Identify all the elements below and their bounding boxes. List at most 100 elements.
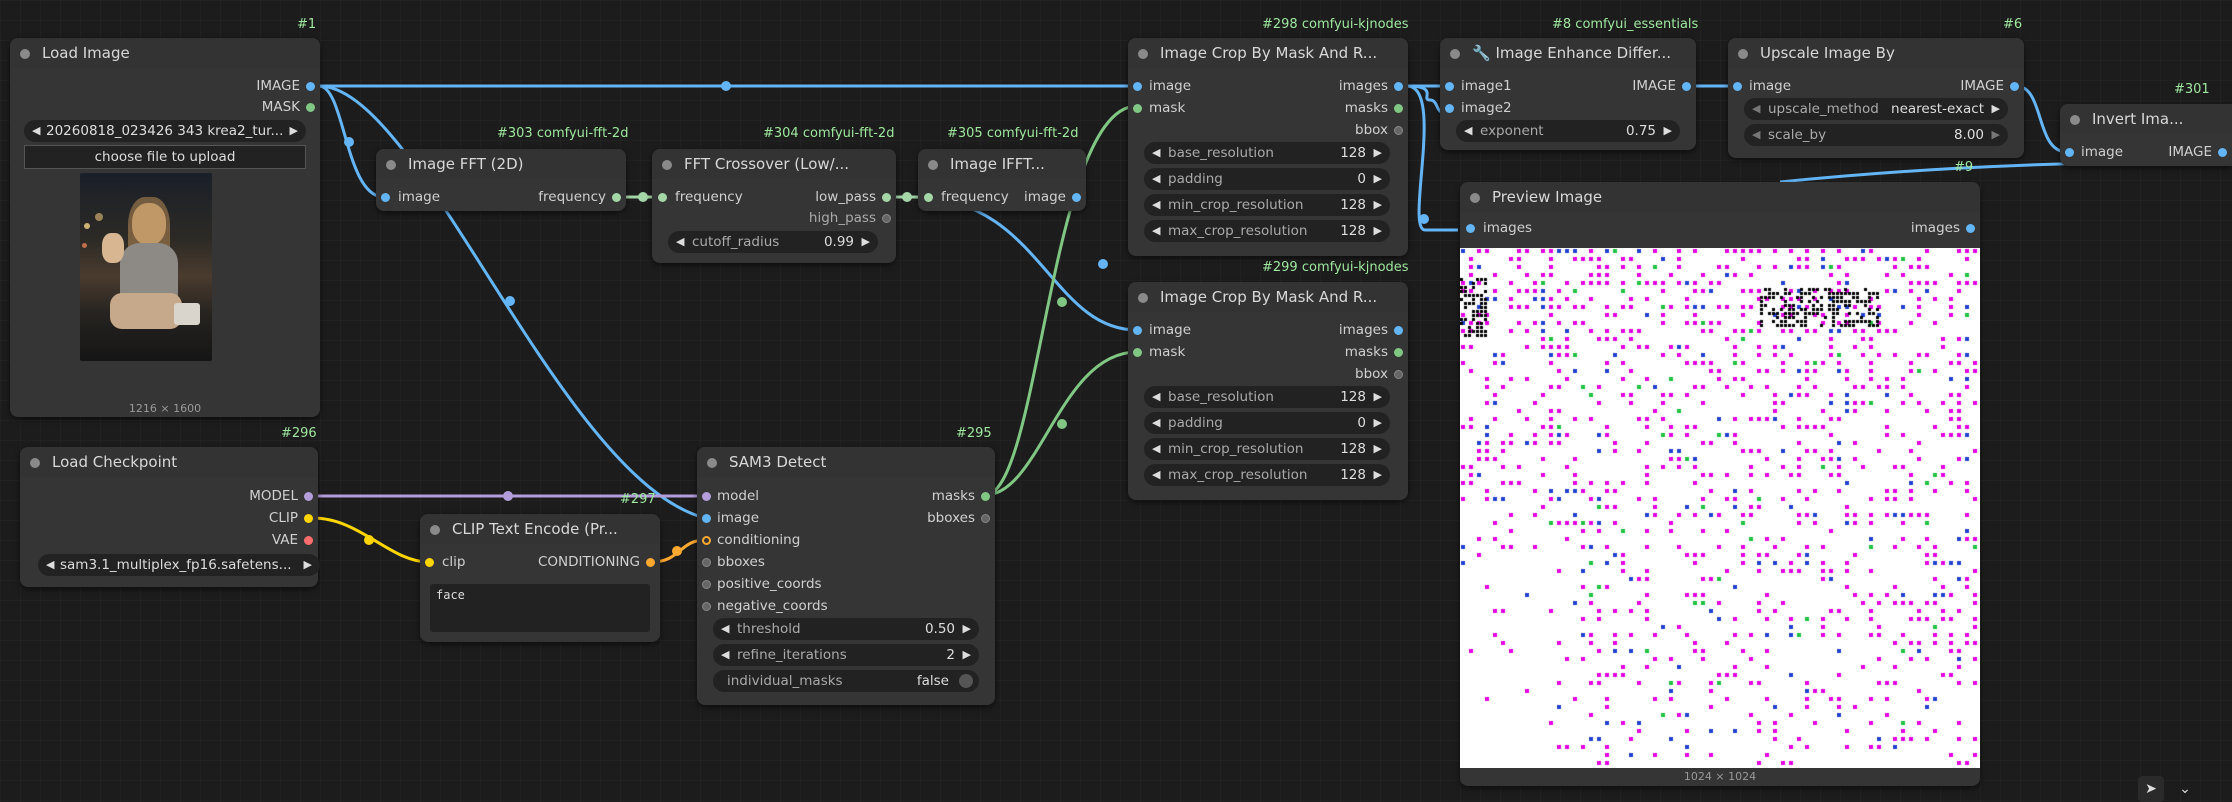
arrow-right-icon[interactable]: ▶ <box>304 554 312 576</box>
arrow-right-icon[interactable]: ▶ <box>1374 194 1382 216</box>
output-socket-conditioning[interactable] <box>646 558 655 567</box>
collapse-dot-icon[interactable] <box>707 458 717 468</box>
input-socket-model[interactable] <box>702 492 711 501</box>
arrow-right-icon[interactable]: ▶ <box>1374 168 1382 190</box>
arrow-right-icon[interactable]: ▶ <box>1374 438 1382 460</box>
input-socket-conditioning[interactable] <box>702 536 711 545</box>
arrow-right-icon[interactable]: ▶ <box>963 618 971 640</box>
base-resolution-widget[interactable]: ◀ base_resolution 128 ▶ <box>1144 142 1390 164</box>
output-socket-image[interactable] <box>2010 82 2019 91</box>
collapse-dot-icon[interactable] <box>662 160 672 170</box>
arrow-right-icon[interactable]: ▶ <box>862 231 870 253</box>
node-header[interactable]: Image IFFT... <box>918 149 1086 179</box>
arrow-left-icon[interactable]: ◀ <box>1464 120 1472 142</box>
input-socket-image1[interactable] <box>1445 82 1454 91</box>
input-socket-image[interactable] <box>1133 326 1142 335</box>
arrow-right-icon[interactable]: ▶ <box>1374 386 1382 408</box>
node-header[interactable]: Load Checkpoint <box>20 447 318 477</box>
node-header[interactable]: Invert Ima... <box>2060 104 2232 134</box>
node-header[interactable]: 🔧 Image Enhance Differ... <box>1440 38 1696 68</box>
arrow-right-icon[interactable]: ▶ <box>290 120 298 142</box>
collapse-dot-icon[interactable] <box>1138 293 1148 303</box>
node-header[interactable]: CLIP Text Encode (Pr... <box>420 514 660 544</box>
min-crop-resolution-widget[interactable]: ◀ min_crop_resolution 128 ▶ <box>1144 438 1390 460</box>
arrow-left-icon[interactable]: ◀ <box>1152 220 1160 242</box>
padding-widget[interactable]: ◀ padding 0 ▶ <box>1144 412 1390 434</box>
exponent-widget[interactable]: ◀ exponent 0.75 ▶ <box>1456 120 1680 142</box>
output-socket-masks[interactable] <box>1394 348 1403 357</box>
output-socket-low-pass[interactable] <box>882 193 891 202</box>
output-socket-mask[interactable] <box>306 103 315 112</box>
node-clip-text-encode[interactable]: CLIP Text Encode (Pr... clip CONDITIONIN… <box>420 514 660 642</box>
output-socket-bboxes[interactable] <box>981 514 990 523</box>
collapse-dot-icon[interactable] <box>1450 49 1460 59</box>
cutoff-radius-widget[interactable]: ◀ cutoff_radius 0.99 ▶ <box>668 231 878 253</box>
output-socket-image[interactable] <box>1682 82 1691 91</box>
arrow-right-icon[interactable]: ▶ <box>1992 124 2000 146</box>
pointer-icon[interactable]: ➤ <box>2138 776 2164 802</box>
output-socket-clip[interactable] <box>304 514 313 523</box>
arrow-left-icon[interactable]: ◀ <box>1152 194 1160 216</box>
input-socket-image[interactable] <box>381 193 390 202</box>
collapse-dot-icon[interactable] <box>2070 115 2080 125</box>
node-image-crop-1[interactable]: Image Crop By Mask And R... image mask i… <box>1128 38 1408 256</box>
threshold-widget[interactable]: ◀ threshold 0.50 ▶ <box>713 618 979 640</box>
max-crop-resolution-widget[interactable]: ◀ max_crop_resolution 128 ▶ <box>1144 464 1390 486</box>
arrow-left-icon[interactable]: ◀ <box>676 231 684 253</box>
arrow-left-icon[interactable]: ◀ <box>721 618 729 640</box>
arrow-left-icon[interactable]: ◀ <box>46 554 54 576</box>
refine-iterations-widget[interactable]: ◀ refine_iterations 2 ▶ <box>713 644 979 666</box>
input-socket-image2[interactable] <box>1445 104 1454 113</box>
node-image-ifft[interactable]: Image IFFT... frequency image <box>918 149 1086 211</box>
image-file-select[interactable]: ◀ 20260818_023426 343 krea2_tur... ▶ <box>24 120 306 142</box>
arrow-left-icon[interactable]: ◀ <box>1152 412 1160 434</box>
arrow-right-icon[interactable]: ▶ <box>1374 464 1382 486</box>
collapse-dot-icon[interactable] <box>1470 193 1480 203</box>
arrow-left-icon[interactable]: ◀ <box>32 120 40 142</box>
input-socket-mask[interactable] <box>1133 348 1142 357</box>
node-header[interactable]: Preview Image <box>1460 182 1980 212</box>
input-socket-clip[interactable] <box>425 558 434 567</box>
node-header[interactable]: Upscale Image By <box>1728 38 2024 68</box>
node-invert-image[interactable]: Invert Ima... image IMAGE <box>2060 104 2232 166</box>
base-resolution-widget[interactable]: ◀ base_resolution 128 ▶ <box>1144 386 1390 408</box>
input-socket-image[interactable] <box>1733 82 1742 91</box>
output-socket-bbox[interactable] <box>1394 126 1403 135</box>
input-socket-positive-coords[interactable] <box>702 580 711 589</box>
collapse-dot-icon[interactable] <box>1138 49 1148 59</box>
node-header[interactable]: Image FFT (2D) <box>376 149 626 179</box>
output-socket-image[interactable] <box>306 82 315 91</box>
toggle-knob-icon[interactable] <box>959 674 973 688</box>
arrow-right-icon[interactable]: ▶ <box>1992 98 2000 120</box>
node-load-image[interactable]: Load Image IMAGE MASK ◀ 20260818_023426 … <box>10 38 320 417</box>
upscale-method-widget[interactable]: ◀ upscale_method nearest-exact ▶ <box>1744 98 2008 120</box>
node-header[interactable]: Image Crop By Mask And R... <box>1128 38 1408 68</box>
arrow-right-icon[interactable]: ▶ <box>1374 412 1382 434</box>
min-crop-resolution-widget[interactable]: ◀ min_crop_resolution 128 ▶ <box>1144 194 1390 216</box>
collapse-dot-icon[interactable] <box>430 525 440 535</box>
node-header[interactable]: Image Crop By Mask And R... <box>1128 282 1408 312</box>
node-fft-crossover[interactable]: FFT Crossover (Low/... frequency low_pas… <box>652 149 896 263</box>
output-socket-bbox[interactable] <box>1394 370 1403 379</box>
collapse-dot-icon[interactable] <box>386 160 396 170</box>
checkpoint-select[interactable]: ◀ sam3.1_multiplex_fp16.safetens... ▶ <box>38 554 320 576</box>
max-crop-resolution-widget[interactable]: ◀ max_crop_resolution 128 ▶ <box>1144 220 1390 242</box>
individual-masks-toggle[interactable]: individual_masks false <box>713 670 979 692</box>
chevron-down-icon[interactable]: ⌄ <box>2172 776 2198 802</box>
arrow-left-icon[interactable]: ◀ <box>721 644 729 666</box>
output-socket-images[interactable] <box>1394 82 1403 91</box>
arrow-left-icon[interactable]: ◀ <box>1152 438 1160 460</box>
input-socket-frequency[interactable] <box>924 193 933 202</box>
output-socket-images[interactable] <box>1966 224 1975 233</box>
input-socket-bboxes[interactable] <box>702 558 711 567</box>
output-socket-masks[interactable] <box>1394 104 1403 113</box>
input-socket-negative-coords[interactable] <box>702 602 711 611</box>
node-image-crop-2[interactable]: Image Crop By Mask And R... image mask i… <box>1128 282 1408 500</box>
output-socket-frequency[interactable] <box>612 193 621 202</box>
collapse-dot-icon[interactable] <box>20 49 30 59</box>
arrow-left-icon[interactable]: ◀ <box>1152 386 1160 408</box>
output-socket-high-pass[interactable] <box>882 214 891 223</box>
arrow-right-icon[interactable]: ▶ <box>1374 220 1382 242</box>
collapse-dot-icon[interactable] <box>928 160 938 170</box>
output-socket-model[interactable] <box>304 492 313 501</box>
